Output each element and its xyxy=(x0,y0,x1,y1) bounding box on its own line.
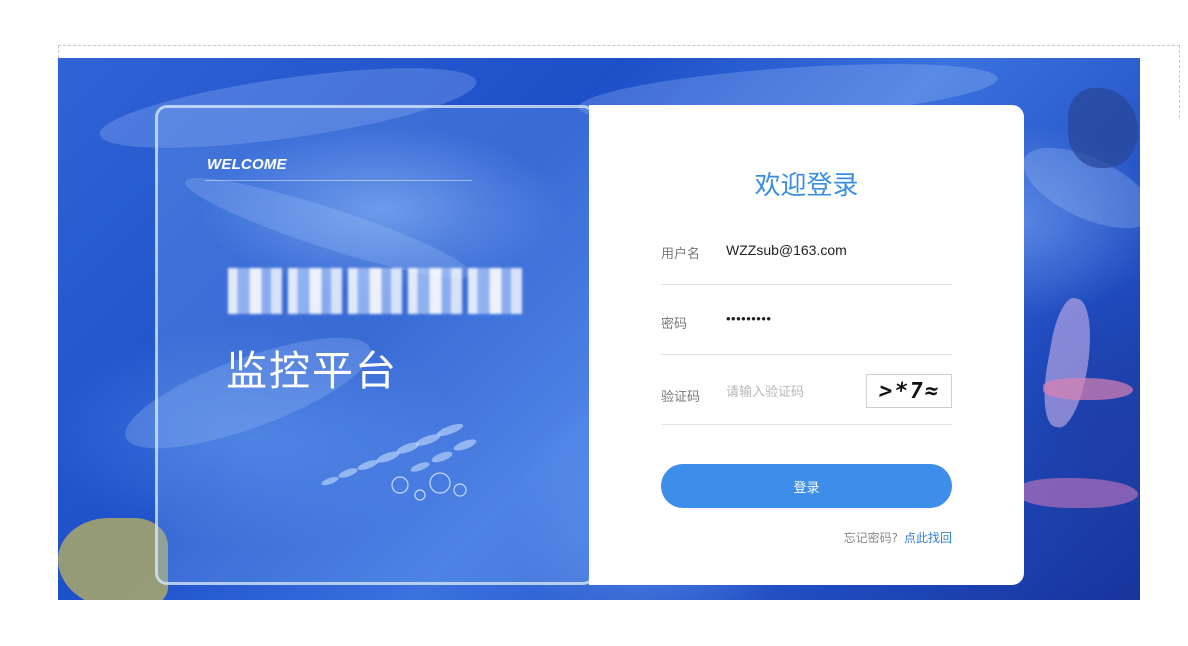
welcome-heading: WELCOME xyxy=(207,156,287,173)
login-card: 欢迎登录 用户名 WZZsub@163.com 密码 ••••••••• 验证码… xyxy=(589,105,1024,585)
username-label: 用户名 xyxy=(661,247,701,262)
forgot-text: 忘记密码? xyxy=(843,531,898,545)
fish-school-illustration xyxy=(321,423,477,501)
welcome-divider xyxy=(205,180,472,181)
blurred-platform-name xyxy=(228,268,522,314)
password-input[interactable]: ••••••••• xyxy=(726,311,771,326)
password-row: 密码 ••••••••• xyxy=(661,285,952,355)
password-label: 密码 xyxy=(661,317,688,332)
login-title: 欢迎登录 xyxy=(754,171,859,201)
captcha-input[interactable] xyxy=(726,385,856,400)
recover-password-link[interactable]: 点此找回 xyxy=(904,531,952,545)
username-input[interactable]: WZZsub@163.com xyxy=(726,242,847,258)
platform-title: 监控平台 xyxy=(226,347,398,395)
captcha-text: >*7≈ xyxy=(876,378,942,404)
captcha-label: 验证码 xyxy=(661,390,701,405)
username-row: 用户名 WZZsub@163.com xyxy=(661,215,952,285)
forgot-password: 忘记密码? 点此找回 xyxy=(844,529,952,546)
login-button[interactable]: 登录 xyxy=(661,464,952,508)
captcha-image[interactable]: >*7≈ xyxy=(866,374,952,408)
